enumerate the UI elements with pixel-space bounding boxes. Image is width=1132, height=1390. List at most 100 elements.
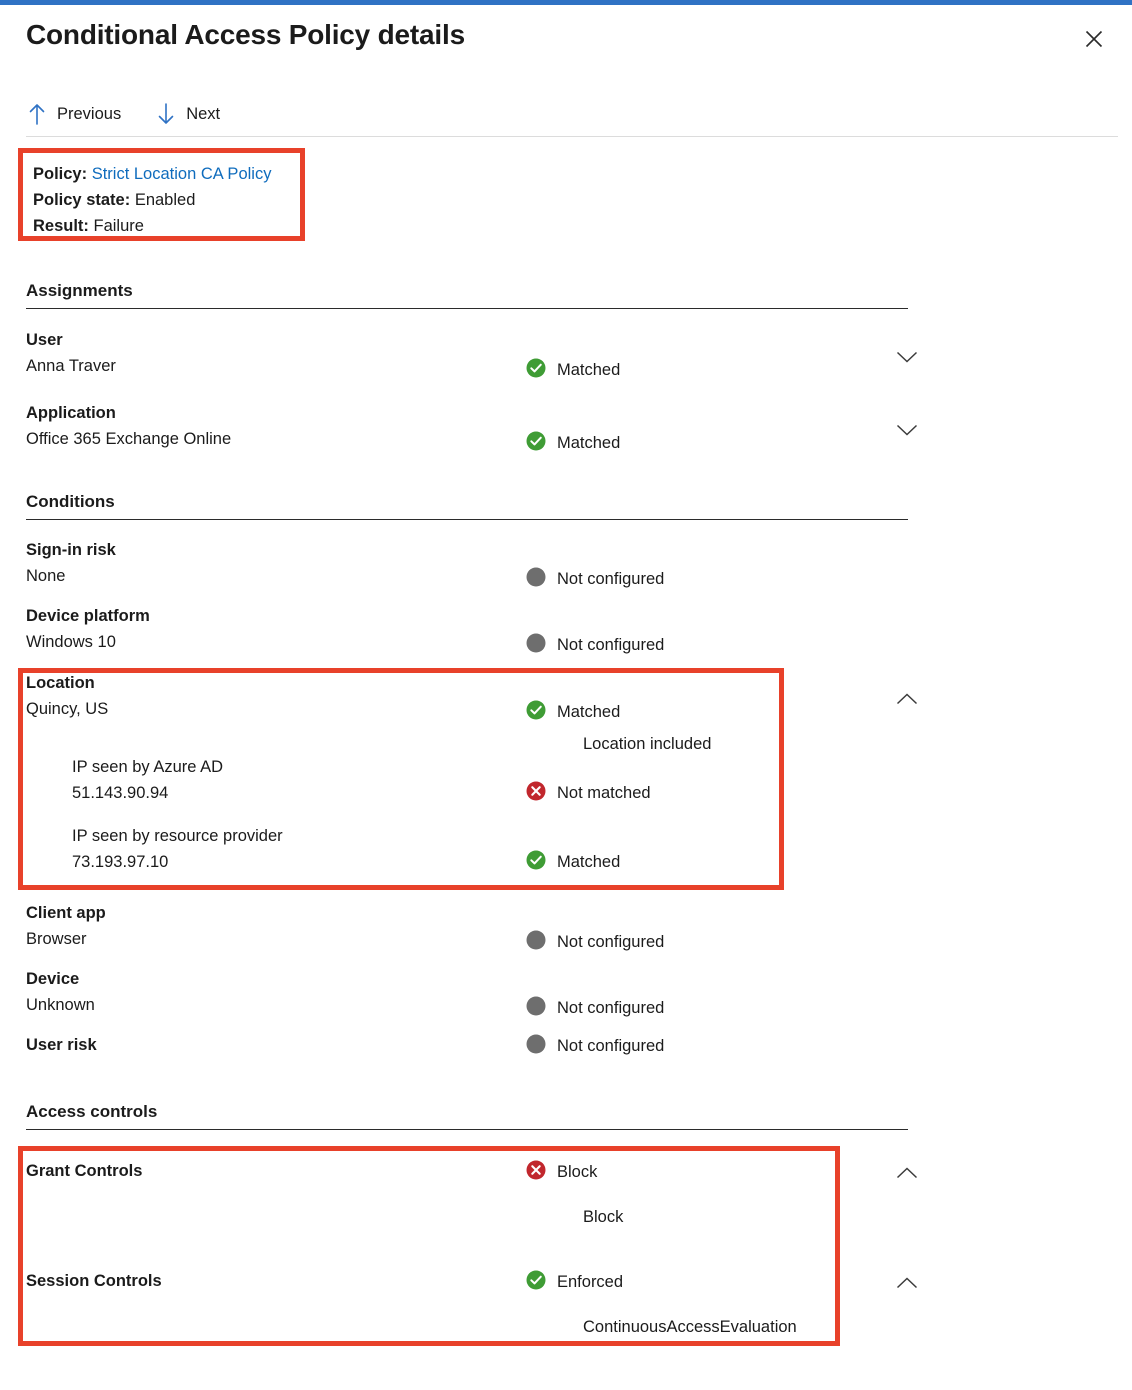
- section-header-access-controls: Access controls: [26, 1102, 908, 1130]
- gray-circle-icon: [526, 1034, 546, 1059]
- page-title: Conditional Access Policy details: [26, 19, 465, 51]
- policy-row: Policy: Strict Location CA Policy: [33, 161, 271, 187]
- chevron-up-icon: [896, 693, 918, 706]
- row-status-text: Not configured: [557, 636, 664, 655]
- section-rule: [26, 308, 908, 309]
- check-circle-icon: [526, 431, 546, 456]
- section-rule: [26, 1129, 908, 1130]
- row-status: Matched: [526, 700, 620, 725]
- row-value: Unknown: [26, 996, 95, 1015]
- check-circle-icon: [526, 850, 546, 875]
- session-detail-text: ContinuousAccessEvaluation: [583, 1318, 797, 1337]
- row-status-text: Matched: [557, 434, 620, 453]
- row-value: None: [26, 567, 65, 586]
- row-status: Not configured: [526, 996, 664, 1021]
- gray-circle-icon: [526, 930, 546, 955]
- arrow-down-icon: [157, 103, 175, 125]
- row-status-text: Not configured: [557, 570, 664, 589]
- sub-row-value: 51.143.90.94: [72, 784, 168, 803]
- collapse-toggle-session[interactable]: [881, 1266, 933, 1300]
- section-header-assignments: Assignments: [26, 281, 908, 309]
- policy-summary-highlight: Policy: Strict Location CA Policy Policy…: [18, 148, 305, 241]
- next-label: Next: [186, 105, 220, 124]
- chevron-up-icon: [896, 1277, 918, 1290]
- collapse-toggle-location[interactable]: [881, 682, 933, 716]
- result-value: Failure: [94, 217, 144, 235]
- check-circle-icon: [526, 700, 546, 725]
- panel-header: Conditional Access Policy details: [0, 5, 1132, 83]
- row-status: Matched: [526, 358, 620, 383]
- expand-toggle-user[interactable]: [881, 340, 933, 374]
- command-bar-separator: [26, 136, 1118, 137]
- location-detail-text: Location included: [583, 735, 711, 754]
- close-icon: [1084, 29, 1104, 49]
- sub-row-status: Not matched: [526, 781, 651, 806]
- row-label: Application: [26, 404, 116, 423]
- next-button[interactable]: Next: [155, 101, 226, 127]
- gray-circle-icon: [526, 633, 546, 658]
- row-label: User risk: [26, 1036, 97, 1055]
- result-row: Result: Failure: [33, 213, 271, 239]
- row-status-text: Not configured: [557, 1037, 664, 1056]
- previous-label: Previous: [57, 105, 121, 124]
- close-button[interactable]: [1078, 23, 1110, 55]
- row-status: Block: [526, 1160, 597, 1185]
- row-label: Grant Controls: [26, 1162, 142, 1181]
- row-value: Anna Traver: [26, 357, 116, 376]
- row-label: Location: [26, 674, 95, 693]
- row-value: Windows 10: [26, 633, 116, 652]
- policy-summary: Policy: Strict Location CA Policy Policy…: [33, 161, 271, 239]
- gray-circle-icon: [526, 996, 546, 1021]
- chevron-down-icon: [896, 424, 918, 437]
- sub-row-label: IP seen by Azure AD: [72, 758, 223, 777]
- command-bar: Previous Next: [26, 96, 1118, 132]
- row-status: Not configured: [526, 633, 664, 658]
- row-value: Browser: [26, 930, 87, 949]
- error-circle-icon: [526, 1160, 546, 1185]
- policy-state-label: Policy state:: [33, 191, 130, 209]
- check-circle-icon: [526, 1270, 546, 1295]
- section-title: Assignments: [26, 281, 908, 301]
- section-rule: [26, 519, 908, 520]
- row-status-text: Matched: [557, 703, 620, 722]
- row-label: Client app: [26, 904, 106, 923]
- section-title: Conditions: [26, 492, 908, 512]
- row-status: Not configured: [526, 1034, 664, 1059]
- section-header-conditions: Conditions: [26, 492, 908, 520]
- row-status: Matched: [526, 431, 620, 456]
- grant-detail-text: Block: [583, 1208, 623, 1227]
- row-value: Quincy, US: [26, 700, 108, 719]
- sub-row-value: 73.193.97.10: [72, 853, 168, 872]
- arrow-up-icon: [28, 103, 46, 125]
- policy-label: Policy:: [33, 165, 87, 183]
- row-status-text: Matched: [557, 361, 620, 380]
- row-label: User: [26, 331, 63, 350]
- policy-state-value: Enabled: [135, 191, 196, 209]
- row-label: Session Controls: [26, 1272, 162, 1291]
- row-status-text: Not configured: [557, 933, 664, 952]
- policy-name-link[interactable]: Strict Location CA Policy: [92, 165, 272, 183]
- row-label: Device platform: [26, 607, 150, 626]
- sub-row-status: Matched: [526, 850, 620, 875]
- row-value: Office 365 Exchange Online: [26, 430, 231, 449]
- chevron-down-icon: [896, 351, 918, 364]
- row-status-text: Block: [557, 1163, 597, 1182]
- row-status-text: Not configured: [557, 999, 664, 1018]
- error-circle-icon: [526, 781, 546, 806]
- previous-button[interactable]: Previous: [26, 101, 127, 127]
- check-circle-icon: [526, 358, 546, 383]
- row-status: Not configured: [526, 930, 664, 955]
- policy-state-row: Policy state: Enabled: [33, 187, 271, 213]
- row-label: Device: [26, 970, 79, 989]
- row-status: Not configured: [526, 567, 664, 592]
- row-status-text: Enforced: [557, 1273, 623, 1292]
- collapse-toggle-grant[interactable]: [881, 1156, 933, 1190]
- sub-row-status-text: Matched: [557, 853, 620, 872]
- sub-row-label: IP seen by resource provider: [72, 827, 283, 846]
- expand-toggle-application[interactable]: [881, 413, 933, 447]
- gray-circle-icon: [526, 567, 546, 592]
- result-label: Result:: [33, 217, 89, 235]
- row-label: Sign-in risk: [26, 541, 116, 560]
- row-status: Enforced: [526, 1270, 623, 1295]
- section-title: Access controls: [26, 1102, 908, 1122]
